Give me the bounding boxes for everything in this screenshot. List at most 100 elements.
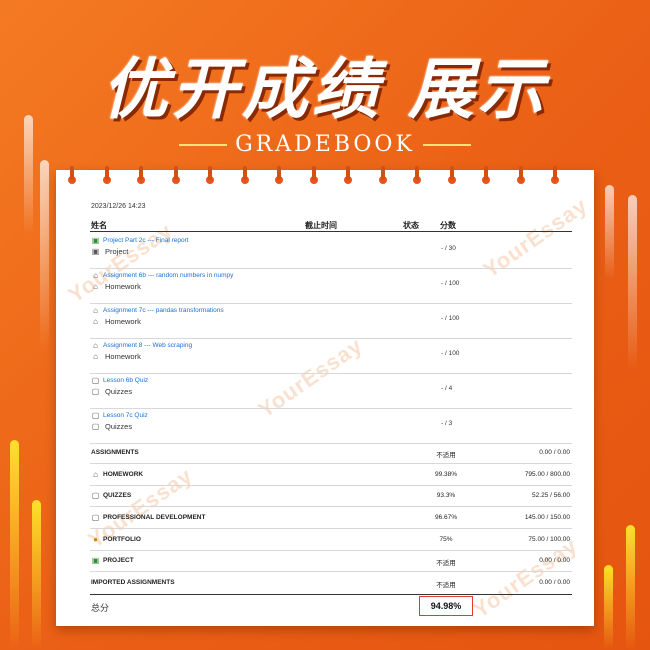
header-rule xyxy=(90,231,572,232)
category-label: ASSIGNMENTS xyxy=(91,449,139,456)
item-score: - / 100 xyxy=(441,315,460,322)
item-category: Project xyxy=(105,247,129,256)
category-percent: 不适用 xyxy=(436,582,456,589)
decor-bar xyxy=(604,565,613,650)
binder-ring xyxy=(446,166,458,184)
item-score: - / 100 xyxy=(441,280,460,287)
column-name: 姓名 xyxy=(91,221,107,230)
category-percent: 96.67% xyxy=(434,514,458,521)
quiz-icon: ▢ xyxy=(91,387,100,396)
item-score: - / 100 xyxy=(441,350,460,357)
binder-ring xyxy=(515,166,527,184)
home-icon: ⌂ xyxy=(93,271,98,280)
item-title-link[interactable]: Lesson 6b Quiz xyxy=(103,377,148,384)
binder-rings xyxy=(66,166,586,190)
quiz-icon: ▢ xyxy=(91,376,100,385)
binder-ring xyxy=(411,166,423,184)
column-due: 截止时间 xyxy=(305,221,337,230)
total-rule xyxy=(90,594,572,595)
category-percent: 93.3% xyxy=(436,492,456,499)
category-percent: 75% xyxy=(439,536,453,543)
item-category: Quizzes xyxy=(105,422,133,431)
binder-ring xyxy=(308,166,320,184)
binder-ring xyxy=(377,166,389,184)
binder-ring xyxy=(273,166,285,184)
item-category: Quizzes xyxy=(105,387,133,396)
row-divider xyxy=(90,268,572,269)
binder-ring xyxy=(66,166,78,184)
item-category: Homework xyxy=(105,282,141,291)
category-label: PROJECT xyxy=(103,557,134,564)
quiz-icon: ▢ xyxy=(91,491,100,500)
item-category: Homework xyxy=(105,352,141,361)
decor-bar xyxy=(10,440,19,650)
home-icon: ⌂ xyxy=(93,341,98,350)
row-divider xyxy=(90,338,572,339)
category-label: HOMEWORK xyxy=(103,471,144,478)
category-points: 0.00 / 0.00 xyxy=(539,557,570,564)
category-percent: 99.38% xyxy=(434,471,458,478)
quiz-icon: ▢ xyxy=(91,422,100,431)
binder-ring xyxy=(135,166,147,184)
row-divider xyxy=(90,485,572,486)
row-divider xyxy=(90,408,572,409)
category-label: IMPORTED ASSIGNMENTS xyxy=(91,579,175,586)
item-title-link[interactable]: Assignment 8 --- Web scraping xyxy=(103,342,192,349)
column-score: 分数 xyxy=(440,221,456,230)
portfolio-icon: ● xyxy=(93,535,98,544)
category-label: QUIZZES xyxy=(103,492,132,499)
item-score: - / 3 xyxy=(441,420,453,427)
item-score: - / 4 xyxy=(441,385,453,392)
banner-title: 优开成绩 展示 xyxy=(102,50,548,128)
binder-ring xyxy=(101,166,113,184)
category-label: PROFESSIONAL DEVELOPMENT xyxy=(103,514,206,521)
project-icon: ▣ xyxy=(91,247,100,256)
row-divider xyxy=(90,550,572,551)
binder-ring xyxy=(204,166,216,184)
category-percent: 不适用 xyxy=(436,560,456,567)
timestamp: 2023/12/26 14:23 xyxy=(91,203,146,210)
row-divider xyxy=(90,443,572,444)
item-title-link[interactable]: Lesson 7c Quiz xyxy=(103,412,148,419)
home-icon: ⌂ xyxy=(93,282,98,291)
home-icon: ⌂ xyxy=(93,306,98,315)
row-divider xyxy=(90,506,572,507)
binder-ring xyxy=(480,166,492,184)
column-status: 状态 xyxy=(403,221,419,230)
home-icon: ⌂ xyxy=(93,352,98,361)
category-points: 0.00 / 0.00 xyxy=(539,579,570,586)
quiz-icon: ▢ xyxy=(91,513,100,522)
home-icon: ⌂ xyxy=(93,317,98,326)
decor-bar xyxy=(605,185,614,280)
category-points: 145.00 / 150.00 xyxy=(524,514,570,521)
binder-ring xyxy=(549,166,561,184)
item-category: Homework xyxy=(105,317,141,326)
project-icon: ▣ xyxy=(91,236,100,245)
category-points: 0.00 / 0.00 xyxy=(539,449,570,456)
decor-bar xyxy=(32,500,41,650)
binder-ring xyxy=(239,166,251,184)
total-label: 总分 xyxy=(91,603,110,613)
category-points: 75.00 / 100.00 xyxy=(528,536,570,543)
category-percent: 不适用 xyxy=(436,452,456,459)
item-title-link[interactable]: Project Part 2c --- Final report xyxy=(103,237,189,244)
home-icon: ⌂ xyxy=(93,470,98,479)
row-divider xyxy=(90,528,572,529)
category-points: 795.00 / 800.00 xyxy=(524,471,570,478)
row-divider xyxy=(90,463,572,464)
binder-ring xyxy=(342,166,354,184)
project-icon: ▣ xyxy=(91,556,100,565)
binder-ring xyxy=(170,166,182,184)
banner-subtitle: GRADEBOOK xyxy=(0,132,650,157)
item-title-link[interactable]: Assignment 6b --- random numbers in nump… xyxy=(103,272,233,279)
decor-bar xyxy=(40,160,49,350)
row-divider xyxy=(90,373,572,374)
item-title-link[interactable]: Assignment 7c --- pandas transformations xyxy=(103,307,224,314)
category-points: 52.25 / 56.00 xyxy=(532,492,570,499)
row-divider xyxy=(90,571,572,572)
row-divider xyxy=(90,303,572,304)
category-label: PORTFOLIO xyxy=(103,536,141,543)
item-score: - / 30 xyxy=(441,245,456,252)
decor-bar xyxy=(628,195,637,370)
quiz-icon: ▢ xyxy=(91,411,100,420)
